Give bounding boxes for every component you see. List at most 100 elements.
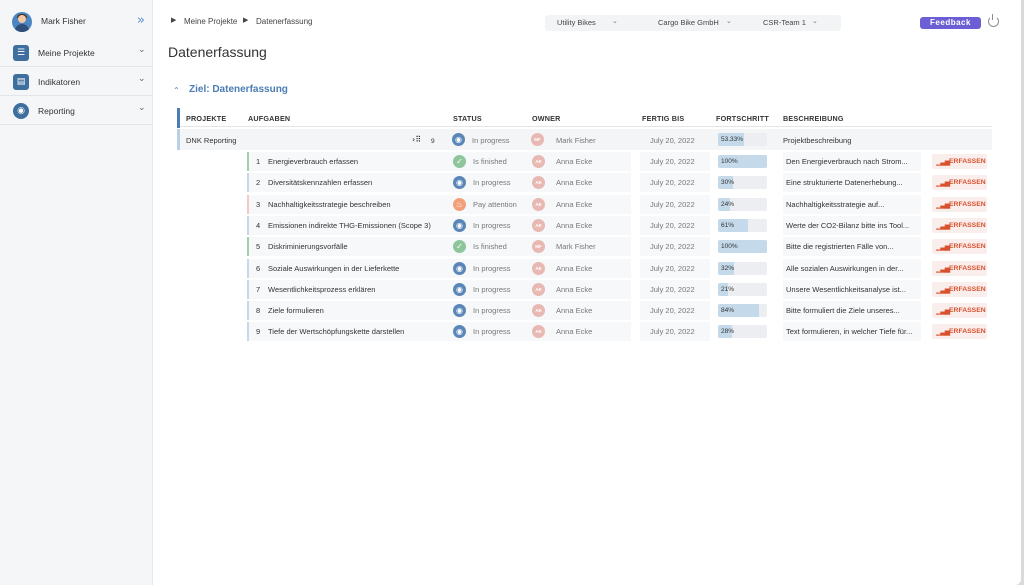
column-header-status: STATUS xyxy=(453,114,482,123)
project-name[interactable]: DNK Reporting xyxy=(186,136,236,145)
task-progress-bar: 24% xyxy=(718,198,767,211)
breadcrumb-arrow-icon: ▶ xyxy=(171,16,177,24)
task-description: Unsere Wesentlichkeitsanalyse ist... xyxy=(786,285,906,294)
collapse-sidebar-icon[interactable]: » xyxy=(137,14,145,28)
progress-label: 53.33% xyxy=(721,136,744,143)
chevron-down-icon[interactable]: ⌄ xyxy=(726,17,732,25)
project-row-accent xyxy=(177,129,180,150)
app-window: Mark Fisher » ☰ Meine Projekte ⌄ ▤ Indik… xyxy=(0,0,1021,585)
task-number: 3 xyxy=(256,200,261,209)
capture-label: ERFASSEN xyxy=(949,222,986,229)
user-name: Mark Fisher xyxy=(41,16,86,26)
eye-icon: ◉ xyxy=(453,176,466,189)
task-owner: Anna Ecke xyxy=(556,327,593,336)
task-name[interactable]: Diversitätskennzahlen erfassen xyxy=(268,178,372,187)
progress-label: 24% xyxy=(721,201,735,208)
owner-avatar: AE xyxy=(532,198,545,211)
top-bar: ▶ Meine Projekte ▶ Datenerfassung Utilit… xyxy=(153,0,1021,40)
task-due-date: July 20, 2022 xyxy=(650,178,695,187)
task-name[interactable]: Diskriminierungsvorfälle xyxy=(268,242,348,251)
task-due-date: July 20, 2022 xyxy=(650,327,695,336)
chevron-up-icon[interactable]: ⌃ xyxy=(173,86,180,95)
task-name[interactable]: Tiefe der Wertschöpfungskette darstellen xyxy=(268,327,404,336)
chevron-down-icon[interactable]: ⌄ xyxy=(138,74,146,84)
capture-button[interactable]: ▁▃▅ ERFASSEN xyxy=(932,218,987,233)
task-number: 4 xyxy=(256,221,261,230)
progress-label: 21% xyxy=(721,286,735,293)
task-due-date: July 20, 2022 xyxy=(650,242,695,251)
capture-label: ERFASSEN xyxy=(949,307,986,314)
capture-button[interactable]: ▁▃▅ ERFASSEN xyxy=(932,197,987,212)
breadcrumb-item[interactable]: Meine Projekte xyxy=(184,17,237,26)
task-status: In progress xyxy=(473,306,511,315)
capture-button[interactable]: ▁▃▅ ERFASSEN xyxy=(932,154,987,169)
sidebar: Mark Fisher » ☰ Meine Projekte ⌄ ▤ Indik… xyxy=(0,0,153,585)
capture-button[interactable]: ▁▃▅ ERFASSEN xyxy=(932,261,987,276)
goal-title[interactable]: Ziel: Datenerfassung xyxy=(189,84,288,95)
task-status: In progress xyxy=(473,285,511,294)
task-name[interactable]: Soziale Auswirkungen in der Lieferkette xyxy=(268,264,399,273)
task-name[interactable]: Wesentlichkeitsprozess erklären xyxy=(268,285,375,294)
filter-select-company[interactable]: Cargo Bike GmbH xyxy=(658,18,719,27)
column-header-owner: OWNER xyxy=(532,114,561,123)
chevron-down-icon[interactable]: ⌄ xyxy=(612,17,618,25)
owner-avatar: AE xyxy=(532,219,545,232)
task-owner: Anna Ecke xyxy=(556,306,593,315)
subtask-count: 9 xyxy=(431,138,435,145)
filter-select-team[interactable]: CSR-Team 1 xyxy=(763,18,806,27)
column-header-fortschritt: FORTSCHRITT xyxy=(716,114,769,123)
filter-bar: Utility Bikes ⌄ Cargo Bike GmbH ⌄ CSR-Te… xyxy=(545,15,841,31)
task-owner: Anna Ecke xyxy=(556,200,593,209)
chevron-down-icon[interactable]: ⌄ xyxy=(138,45,146,55)
sidebar-item-meine-projekte[interactable]: ☰ Meine Projekte ⌄ xyxy=(0,39,153,67)
chevron-down-icon[interactable]: ⌄ xyxy=(812,17,818,25)
filter-select-project[interactable]: Utility Bikes xyxy=(557,18,596,27)
bar-chart-icon: ▁▃▅ xyxy=(936,243,950,251)
task-description: Werte der CO2-Bilanz bitte ins Tool... xyxy=(786,221,910,230)
capture-button[interactable]: ▁▃▅ ERFASSEN xyxy=(932,239,987,254)
task-name[interactable]: Energieverbrauch erfassen xyxy=(268,157,358,166)
task-progress-bar: 28% xyxy=(718,325,767,338)
bar-chart-icon: ▁▃▅ xyxy=(936,286,950,294)
task-due-date: July 20, 2022 xyxy=(650,157,695,166)
task-due-date: July 20, 2022 xyxy=(650,306,695,315)
task-name[interactable]: Emissionen indirekte THG-Emissionen (Sco… xyxy=(268,221,431,230)
capture-button[interactable]: ▁▃▅ ERFASSEN xyxy=(932,175,987,190)
check-circle-icon: ✓ xyxy=(453,155,466,168)
task-number: 6 xyxy=(256,264,261,273)
owner-avatar: AE xyxy=(532,262,545,275)
owner-avatar: AE xyxy=(532,155,545,168)
task-status: Pay attention xyxy=(473,200,517,209)
capture-button[interactable]: ▁▃▅ ERFASSEN xyxy=(932,303,987,318)
task-status: In progress xyxy=(473,327,511,336)
sidebar-item-reporting[interactable]: ◉ Reporting ⌄ xyxy=(0,97,153,125)
owner-avatar: AE xyxy=(532,176,545,189)
task-name[interactable]: Ziele formulieren xyxy=(268,306,324,315)
task-owner: Anna Ecke xyxy=(556,178,593,187)
divider xyxy=(180,126,992,127)
capture-button[interactable]: ▁▃▅ ERFASSEN xyxy=(932,324,987,339)
sidebar-item-label: Meine Projekte xyxy=(38,48,95,58)
breadcrumb-item[interactable]: Datenerfassung xyxy=(256,17,312,26)
bar-chart-icon: ▁▃▅ xyxy=(936,265,950,273)
task-description: Bitte die registrierten Fälle von... xyxy=(786,242,894,251)
owner-avatar: AE xyxy=(532,283,545,296)
eye-icon: ◉ xyxy=(453,219,466,232)
task-status: In progress xyxy=(473,178,511,187)
capture-button[interactable]: ▁▃▅ ERFASSEN xyxy=(932,282,987,297)
power-icon[interactable] xyxy=(988,14,999,27)
capture-label: ERFASSEN xyxy=(949,201,986,208)
sidebar-item-indikatoren[interactable]: ▤ Indikatoren ⌄ xyxy=(0,68,153,96)
progress-label: 100% xyxy=(721,243,738,250)
avatar[interactable] xyxy=(12,12,32,32)
chevron-down-icon[interactable]: ⌄ xyxy=(138,103,146,113)
sidebar-item-label: Reporting xyxy=(38,106,75,116)
subtasks-tree-icon[interactable]: ›⠿ xyxy=(412,135,421,144)
task-number: 5 xyxy=(256,242,261,251)
owner-avatar: MF xyxy=(531,133,544,146)
user-profile[interactable]: Mark Fisher xyxy=(0,0,153,40)
task-name[interactable]: Nachhaltigkeitsstrategie beschreiben xyxy=(268,200,391,209)
feedback-button[interactable]: Feedback xyxy=(920,17,981,29)
flame-icon: ♨ xyxy=(453,198,466,211)
task-number: 9 xyxy=(256,327,261,336)
